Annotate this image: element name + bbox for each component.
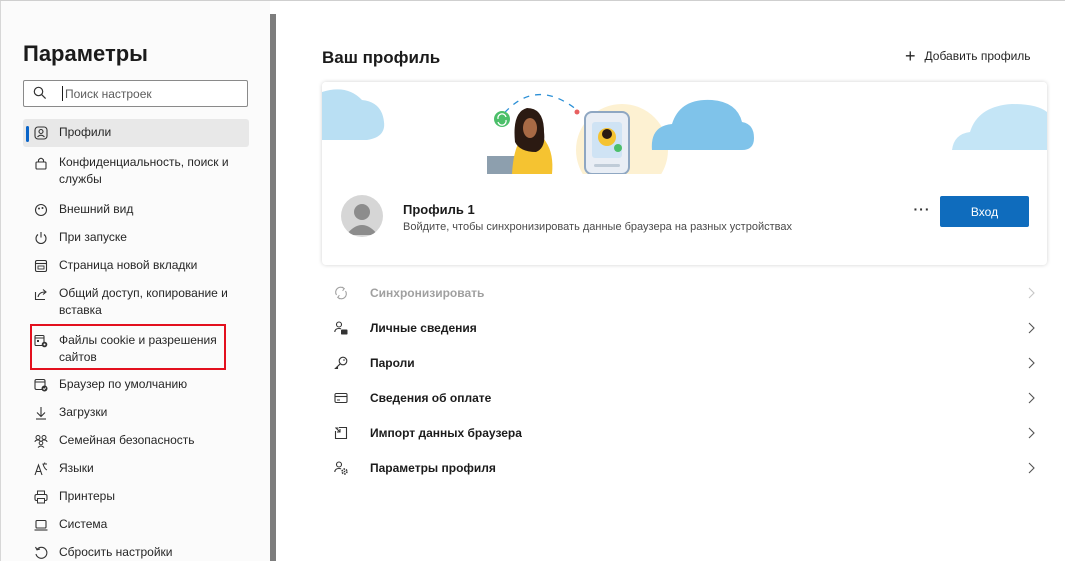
settings-item-label: Импорт данных браузера: [370, 426, 522, 440]
chevron-right-icon: [1028, 357, 1035, 369]
personal-info-icon: [333, 320, 349, 336]
appearance-icon: [33, 202, 49, 218]
sidebar-item-label: Сбросить настройки: [59, 545, 173, 559]
sidebar-item-label: Принтеры: [59, 489, 115, 503]
sidebar-item-downloads[interactable]: Загрузки: [23, 404, 249, 421]
chevron-right-icon: [1028, 287, 1035, 299]
chevron-right-icon: [1028, 322, 1035, 334]
settings-item-label: Параметры профиля: [370, 461, 496, 475]
active-indicator: [26, 126, 29, 142]
chevron-right-icon: [1028, 427, 1035, 439]
sidebar-item-label: Семейная безопасность: [59, 433, 195, 447]
settings-item-label: Сведения об оплате: [370, 391, 492, 405]
settings-item-passwords[interactable]: Пароли: [322, 346, 1047, 381]
sync-icon: [333, 285, 349, 301]
import-icon: [333, 425, 349, 441]
profile-banner-illustration: [322, 82, 1047, 196]
page-title: Ваш профиль: [322, 48, 441, 67]
share-icon: [33, 286, 49, 302]
sidebar-title: Параметры: [23, 41, 148, 66]
sidebar-item-reset[interactable]: Сбросить настройки: [23, 544, 249, 561]
new-tab-icon: [33, 258, 49, 274]
sidebar-item-label: Система: [59, 517, 108, 531]
sidebar-item-family[interactable]: Семейная безопасность: [23, 432, 249, 449]
reset-icon: [33, 545, 49, 561]
chevron-right-icon: [1028, 392, 1035, 404]
sidebar-item-label: Загрузки: [59, 405, 108, 419]
sidebar-divider: [270, 14, 276, 561]
printer-icon: [33, 489, 49, 505]
sidebar-item-label: Браузер по умолчанию: [59, 377, 188, 391]
settings-item-label: Синхронизировать: [370, 286, 485, 300]
sidebar-item-label: Языки: [59, 461, 94, 475]
sidebar-item-appearance[interactable]: Внешний вид: [23, 201, 249, 218]
sidebar-item-printers[interactable]: Принтеры: [23, 488, 249, 505]
sign-in-button[interactable]: Вход: [940, 196, 1029, 227]
add-profile-button[interactable]: + Добавить профиль: [905, 46, 1031, 66]
text-caret: [62, 86, 63, 101]
settings-item-sync[interactable]: Синхронизировать: [322, 276, 1047, 311]
profile-name: Профиль 1: [403, 202, 475, 217]
search-box[interactable]: [23, 80, 248, 107]
sidebar-item-profiles[interactable]: Профили: [23, 119, 249, 147]
sidebar-item-new-tab[interactable]: Страница новой вкладки: [23, 257, 249, 274]
profile-settings-icon: [333, 460, 349, 476]
sidebar-item-label: Общий доступ, копирование и вставка: [59, 286, 228, 317]
search-icon: [33, 86, 47, 100]
sidebar-item-startup[interactable]: При запуске: [23, 229, 249, 246]
sidebar-item-label: Профили: [59, 125, 112, 139]
sidebar-item-system[interactable]: Система: [23, 516, 249, 533]
language-icon: [33, 461, 49, 477]
download-icon: [33, 405, 49, 421]
sidebar-item-privacy[interactable]: Конфиденциальность, поиск и службы: [23, 154, 249, 188]
settings-item-import[interactable]: Импорт данных браузера: [322, 416, 1047, 451]
sidebar-item-share[interactable]: Общий доступ, копирование и вставка: [23, 285, 249, 319]
default-browser-icon: [33, 377, 49, 393]
lock-icon: [33, 155, 49, 171]
profile-icon: [33, 125, 49, 141]
system-icon: [33, 517, 49, 533]
settings-item-payment-info[interactable]: Сведения об оплате: [322, 381, 1047, 416]
sidebar-item-label: Страница новой вкладки: [59, 258, 198, 272]
add-profile-label: Добавить профиль: [924, 49, 1031, 63]
plus-icon: +: [905, 46, 916, 66]
sidebar-item-languages[interactable]: Языки: [23, 460, 249, 477]
profile-description: Войдите, чтобы синхронизировать данные б…: [403, 221, 792, 233]
settings-item-personal-info[interactable]: Личные сведения: [322, 311, 1047, 346]
sidebar-item-label: Внешний вид: [59, 202, 134, 216]
sidebar-item-label: Конфиденциальность, поиск и службы: [59, 155, 229, 186]
key-icon: [333, 355, 349, 371]
settings-sidebar: Параметры Профили Конфиденциальность, по…: [0, 1, 270, 561]
settings-item-profile-settings[interactable]: Параметры профиля: [322, 451, 1047, 486]
avatar: [341, 195, 383, 237]
annotation-highlight-box: [30, 324, 226, 370]
credit-card-icon: [333, 390, 349, 406]
more-options-button[interactable]: ···: [907, 196, 937, 222]
settings-item-label: Пароли: [370, 356, 415, 370]
chevron-right-icon: [1028, 462, 1035, 474]
profile-row: Профиль 1 Войдите, чтобы синхронизироват…: [322, 174, 1047, 265]
settings-item-label: Личные сведения: [370, 321, 477, 335]
profile-card: Профиль 1 Войдите, чтобы синхронизироват…: [322, 82, 1047, 265]
search-input[interactable]: [65, 85, 241, 103]
power-icon: [33, 230, 49, 246]
sidebar-item-label: При запуске: [59, 230, 127, 244]
banner-illustration-image: [322, 89, 1047, 196]
sidebar-item-default-browser[interactable]: Браузер по умолчанию: [23, 376, 249, 393]
family-icon: [33, 433, 49, 449]
